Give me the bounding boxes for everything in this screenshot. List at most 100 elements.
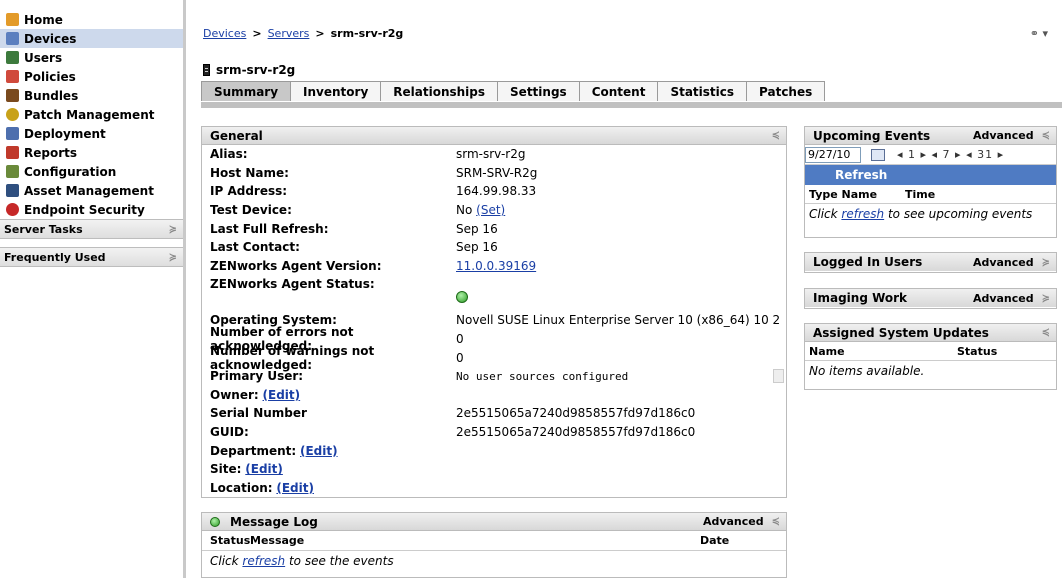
breadcrumb: Devices > Servers > srm-srv-r2g (203, 27, 403, 40)
department-row: Department: (Edit) (202, 441, 786, 460)
primary-user-field[interactable]: No user sources configured (456, 369, 786, 384)
column-date[interactable]: Date (700, 534, 729, 547)
host-value: SRM-SRV-R2g (456, 165, 538, 180)
last-refresh-value: Sep 16 (456, 221, 498, 236)
tab-statistics[interactable]: Statistics (657, 81, 748, 101)
sidebar-item-users[interactable]: Users (0, 48, 183, 67)
sidebar-item-label: Policies (24, 69, 76, 84)
general-panel-header: General ≼ (202, 127, 786, 145)
tab-content[interactable]: Content (578, 81, 659, 101)
test-device-label: Test Device: (210, 203, 292, 218)
frequently-used-section[interactable]: Frequently Used ≽ (0, 247, 183, 267)
tab-inventory[interactable]: Inventory (290, 81, 382, 101)
advanced-button[interactable]: Advanced (703, 515, 764, 528)
chevron-down-icon[interactable]: ≽ (169, 252, 177, 263)
guid-row: GUID: 2e5515065a7240d9858557fd97d186c0 (202, 423, 786, 442)
agent-version-link[interactable]: 11.0.0.39169 (456, 259, 536, 273)
host-label: Host Name: (210, 165, 289, 180)
column-message[interactable]: Message (250, 534, 700, 547)
sidebar-item-policies[interactable]: Policies (0, 67, 183, 86)
sidebar-item-label: Asset Management (24, 183, 154, 198)
sidebar-item-asset-management[interactable]: Asset Management (0, 181, 183, 200)
sidebar-item-label: Bundles (24, 88, 79, 103)
calendar-icon[interactable] (871, 148, 885, 161)
owner-row: Owner: (Edit) (202, 386, 786, 405)
breadcrumb-separator: > (315, 27, 325, 40)
date-bar: 9/27/10 ◂ 1 ▸ ◂ 7 ▸ ◂ 31 ▸ (805, 145, 1056, 165)
advanced-button[interactable]: Advanced (973, 292, 1034, 305)
system-updates-header: Assigned System Updates ≼ (805, 324, 1056, 342)
serial-label: Serial Number (210, 406, 307, 421)
wrench-icon (6, 165, 19, 178)
set-test-device-link[interactable]: (Set) (476, 203, 505, 217)
upcoming-events-title: Upcoming Events (813, 128, 931, 143)
sidebar-item-home[interactable]: Home (0, 10, 183, 29)
upcoming-events-header: Upcoming Events Advanced ≼ (805, 127, 1056, 145)
column-time[interactable]: Time (905, 188, 935, 201)
breadcrumb-current: srm-srv-r2g (330, 27, 404, 40)
system-updates-empty: No items available. (809, 364, 925, 378)
general-panel-title: General (210, 128, 263, 143)
imaging-work-panel: Imaging Work Advanced ≽ (804, 288, 1057, 309)
edit-department-link[interactable]: (Edit) (300, 444, 338, 458)
collapse-up-icon[interactable]: ≼ (1042, 130, 1050, 141)
advanced-button[interactable]: Advanced (973, 129, 1034, 142)
sidebar-item-deployment[interactable]: Deployment (0, 124, 183, 143)
collapse-up-icon[interactable]: ≼ (1042, 327, 1050, 338)
last-refresh-row: Last Full Refresh: Sep 16 (202, 219, 786, 238)
sidebar-item-configuration[interactable]: Configuration (0, 162, 183, 181)
site-label: Site: (210, 462, 242, 477)
logged-in-users-header[interactable]: Logged In Users Advanced ≽ (805, 253, 1056, 271)
breadcrumb-devices[interactable]: Devices (203, 27, 246, 40)
column-status[interactable]: Status (210, 534, 250, 547)
link-menu-icon[interactable]: ⚭ ▾ (1030, 27, 1048, 40)
devices-icon (6, 32, 19, 45)
chevron-down-icon[interactable]: ≽ (1042, 293, 1050, 304)
sidebar: Home Devices Users Policies Bundles Patch Man… (0, 0, 186, 578)
date-input[interactable]: 9/27/10 (805, 146, 861, 163)
advanced-button[interactable]: Advanced (973, 256, 1034, 269)
edit-site-link[interactable]: (Edit) (245, 462, 283, 476)
sidebar-item-devices[interactable]: Devices (0, 29, 183, 48)
spinner-icon[interactable] (773, 369, 784, 384)
breadcrumb-servers[interactable]: Servers (268, 27, 310, 40)
collapse-up-icon[interactable]: ≼ (772, 130, 780, 141)
column-name[interactable]: Name (809, 345, 957, 358)
reports-icon (6, 146, 19, 159)
sidebar-item-reports[interactable]: Reports (0, 143, 183, 162)
agent-version-row: ZENworks Agent Version: 11.0.0.39169 (202, 257, 786, 276)
server-tasks-section[interactable]: Server Tasks ≽ (0, 219, 183, 239)
agent-status-label: ZENworks Agent Status: (210, 277, 375, 292)
imaging-work-header[interactable]: Imaging Work Advanced ≽ (805, 289, 1056, 307)
column-status[interactable]: Status (957, 345, 997, 358)
edit-location-link[interactable]: (Edit) (276, 481, 314, 495)
host-row: Host Name: SRM-SRV-R2g (202, 164, 786, 183)
location-row: Location: (Edit) (202, 479, 786, 498)
errors-value: 0 (456, 332, 464, 347)
chevron-down-icon[interactable]: ≽ (1042, 257, 1050, 268)
column-type-name[interactable]: Type Name (809, 188, 905, 201)
message-log-columns: Status Message Date (202, 531, 786, 551)
site-row: Site: (Edit) (202, 460, 786, 479)
collapse-up-icon[interactable]: ≼ (772, 516, 780, 527)
status-ok-icon (210, 516, 220, 527)
message-log-panel: Message Log Advanced ≼ Status Message Dat… (201, 512, 787, 578)
date-steppers[interactable]: ◂ 1 ▸ ◂ 7 ▸ ◂ 31 ▸ (897, 148, 1004, 161)
sidebar-item-label: Home (24, 12, 63, 27)
tab-settings[interactable]: Settings (497, 81, 580, 101)
sidebar-item-bundles[interactable]: Bundles (0, 86, 183, 105)
tab-summary[interactable]: Summary (201, 81, 292, 101)
sidebar-item-endpoint-security[interactable]: Endpoint Security (0, 200, 183, 219)
refresh-button[interactable]: Refresh (805, 165, 1056, 185)
serial-value: 2e5515065a7240d9858557fd97d186c0 (456, 406, 696, 421)
refresh-link[interactable]: refresh (242, 554, 285, 568)
system-updates-columns: Name Status (805, 342, 1056, 361)
edit-owner-link[interactable]: (Edit) (263, 388, 301, 402)
tab-patches[interactable]: Patches (746, 81, 826, 101)
refresh-link[interactable]: refresh (841, 207, 884, 221)
tab-relationships[interactable]: Relationships (380, 81, 499, 101)
chevron-down-icon[interactable]: ≽ (169, 224, 177, 235)
server-icon (203, 64, 210, 76)
sidebar-item-patch-management[interactable]: Patch Management (0, 105, 183, 124)
alias-value: srm-srv-r2g (456, 147, 526, 162)
